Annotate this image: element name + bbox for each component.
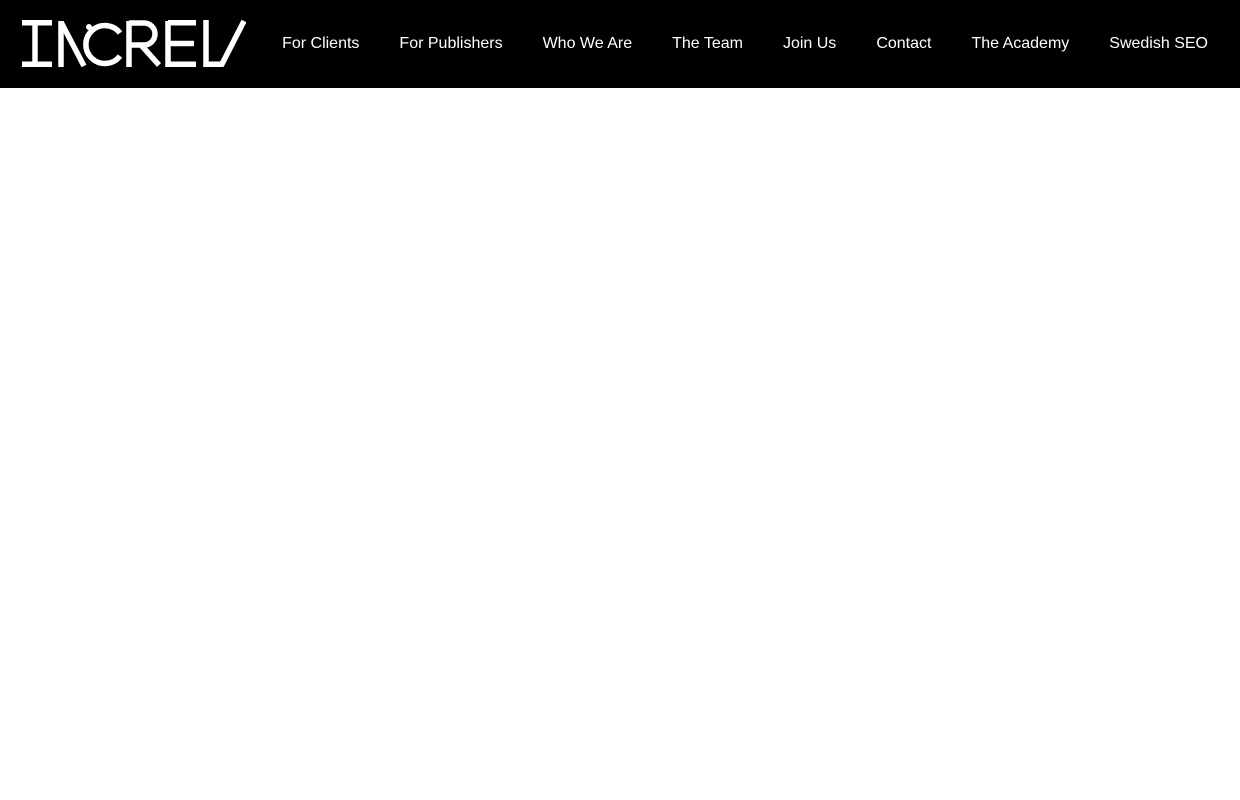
increv-logo-icon	[22, 20, 246, 67]
nav-for-clients[interactable]: For Clients	[262, 34, 379, 54]
nav-contact[interactable]: Contact	[856, 34, 951, 54]
nav-who-we-are[interactable]: Who We Are	[523, 34, 653, 54]
nav-the-academy[interactable]: The Academy	[951, 34, 1089, 54]
page-content	[0, 88, 1240, 800]
nav-join-us[interactable]: Join Us	[763, 34, 856, 54]
nav-the-team[interactable]: The Team	[652, 34, 763, 54]
site-header: For Clients For Publishers Who We Are Th…	[0, 0, 1240, 88]
nav-for-publishers[interactable]: For Publishers	[379, 34, 522, 54]
site-logo[interactable]	[22, 20, 246, 67]
nav-swedish-seo[interactable]: Swedish SEO	[1089, 34, 1228, 54]
main-nav: For Clients For Publishers Who We Are Th…	[262, 0, 1228, 88]
